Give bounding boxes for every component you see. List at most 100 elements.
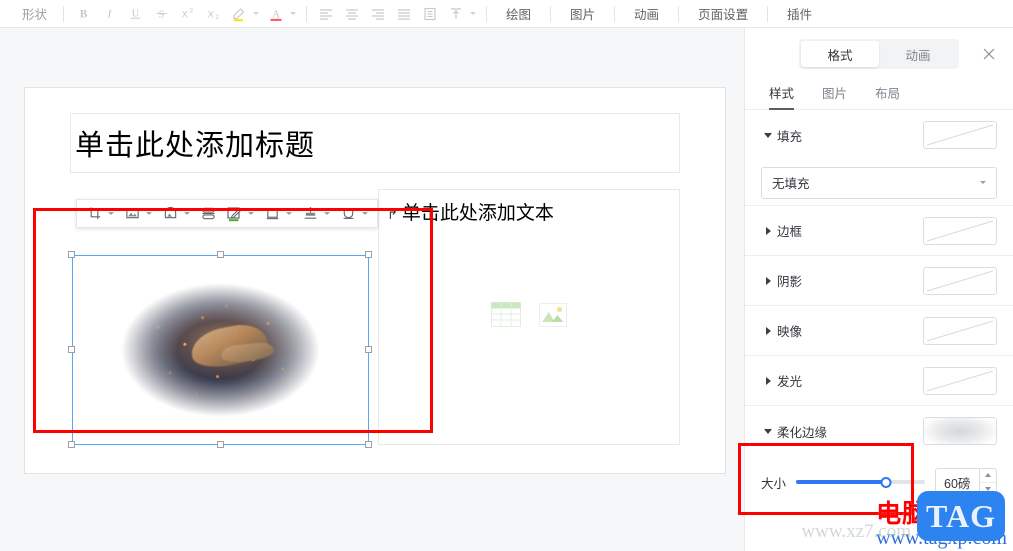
section-fill[interactable]: 填充 <box>745 110 1013 160</box>
body-placeholder-text: 单击此处添加文本 <box>401 203 554 224</box>
slider-fill <box>796 480 887 484</box>
picture-border-icon[interactable] <box>261 202 283 225</box>
fill-color-swatch[interactable] <box>923 121 997 149</box>
close-icon[interactable] <box>979 44 999 64</box>
toolbar-divider <box>486 5 488 22</box>
picture-effects-dropdown[interactable] <box>321 202 333 225</box>
align-left-icon[interactable] <box>313 3 339 25</box>
align-center-icon[interactable] <box>339 3 365 25</box>
chevron-down-icon[interactable] <box>761 132 775 138</box>
tab-layout[interactable]: 布局 <box>875 83 900 109</box>
slider-thumb[interactable] <box>880 476 892 488</box>
underline-icon[interactable]: U <box>122 3 148 25</box>
title-placeholder[interactable]: 单击此处添加标题 <box>70 113 680 173</box>
body-placeholder[interactable]: ↱ 单击此处添加文本 <box>378 189 680 445</box>
toolbar-divider <box>614 5 616 22</box>
section-border[interactable]: 边框 <box>745 206 1013 256</box>
selected-picture[interactable] <box>68 251 372 448</box>
menu-plugin[interactable]: 插件 <box>774 4 825 23</box>
superscript-icon[interactable]: X2 <box>174 3 200 25</box>
align-right-icon[interactable] <box>365 3 391 25</box>
resize-handle-s[interactable] <box>217 441 224 448</box>
insert-table-icon[interactable] <box>491 302 521 332</box>
resize-handle-nw[interactable] <box>68 251 75 258</box>
menu-picture[interactable]: 图片 <box>557 4 608 23</box>
vertical-align-icon[interactable] <box>443 3 469 25</box>
menu-draw[interactable]: 绘图 <box>493 4 544 23</box>
insert-image-icon[interactable] <box>539 302 567 332</box>
fill-type-select[interactable]: 无填充 <box>761 166 997 199</box>
panel-header: 格式 动画 <box>745 28 1013 80</box>
segment-animation[interactable]: 动画 <box>879 41 957 67</box>
resize-handle-n[interactable] <box>217 251 224 258</box>
picture-shape-group[interactable] <box>157 202 195 225</box>
chevron-right-icon[interactable] <box>761 326 775 335</box>
line-spacing-icon[interactable] <box>417 3 443 25</box>
watermark: www.xz7.com 电脑技术网 www.tagxp.com TAG <box>801 491 1007 549</box>
reflection-swatch[interactable] <box>923 316 997 345</box>
strikethrough-icon[interactable]: S <box>148 3 174 25</box>
section-shadow[interactable]: 阴影 <box>745 256 1013 306</box>
picture-frame-group[interactable] <box>119 202 157 225</box>
chevron-right-icon[interactable] <box>761 226 775 235</box>
picture-shape-icon[interactable] <box>159 202 181 225</box>
shadow-swatch[interactable] <box>923 266 997 295</box>
fill-select-row: 无填充 <box>745 160 1013 206</box>
pen-edit-group[interactable] <box>221 202 259 225</box>
resize-handle-ne[interactable] <box>365 251 372 258</box>
resize-handle-w[interactable] <box>68 346 75 353</box>
pen-edit-icon[interactable] <box>223 202 245 225</box>
toolbar-divider <box>550 5 552 22</box>
picture-frame-dropdown[interactable] <box>143 202 155 225</box>
picture-layout-icon[interactable] <box>337 202 359 225</box>
resize-handle-sw[interactable] <box>68 441 75 448</box>
bold-icon[interactable]: B <box>70 3 96 25</box>
subscript-icon[interactable]: X2 <box>200 3 226 25</box>
section-reflection[interactable]: 映像 <box>745 306 1013 356</box>
fill-type-value: 无填充 <box>772 177 810 191</box>
chevron-right-icon[interactable] <box>761 276 775 285</box>
pen-edit-dropdown[interactable] <box>245 202 257 225</box>
border-color-swatch[interactable] <box>923 216 997 245</box>
picture-frame-icon[interactable] <box>121 202 143 225</box>
picture-effects-icon[interactable] <box>299 202 321 225</box>
soft-edges-size-label: 大小 <box>761 476 787 491</box>
section-soft-edges[interactable]: 柔化边缘 <box>745 406 1013 456</box>
segment-format[interactable]: 格式 <box>801 41 879 67</box>
menu-page-setup[interactable]: 页面设置 <box>685 4 761 23</box>
soft-edges-slider[interactable] <box>796 474 925 490</box>
menu-animation[interactable]: 动画 <box>621 4 672 23</box>
picture-shape-dropdown[interactable] <box>181 202 193 225</box>
soft-edges-preview-swatch[interactable] <box>923 417 997 445</box>
resize-handle-e[interactable] <box>365 346 372 353</box>
tab-picture[interactable]: 图片 <box>822 83 847 109</box>
crop-icon[interactable] <box>83 202 105 225</box>
italic-icon[interactable]: I <box>96 3 122 25</box>
picture-float-toolbar[interactable] <box>76 199 378 228</box>
picture-border-group[interactable] <box>259 202 297 225</box>
picture-layout-group[interactable] <box>335 202 373 225</box>
chevron-right-icon[interactable] <box>761 376 775 385</box>
stepper-increment-button[interactable] <box>980 469 996 482</box>
flip-group[interactable] <box>195 202 221 225</box>
picture-effects-group[interactable] <box>297 202 335 225</box>
font-color-icon[interactable]: A <box>263 3 289 25</box>
glow-swatch[interactable] <box>923 366 997 395</box>
crop-group[interactable] <box>81 202 119 225</box>
resize-handle-se[interactable] <box>365 441 372 448</box>
align-justify-icon[interactable] <box>391 3 417 25</box>
soft-edges-size-value: 60磅 <box>944 476 971 491</box>
flip-icon[interactable] <box>197 202 219 225</box>
crop-dropdown[interactable] <box>105 202 117 225</box>
editor-canvas: 单击此处添加标题 ↱ 单击此处添加文本 <box>0 28 744 551</box>
picture-border-dropdown[interactable] <box>283 202 295 225</box>
chevron-down-icon <box>980 181 986 184</box>
chevron-down-icon[interactable] <box>761 428 775 434</box>
svg-text:B: B <box>79 8 87 20</box>
section-glow[interactable]: 发光 <box>745 356 1013 406</box>
highlight-color-icon[interactable] <box>226 3 252 25</box>
tab-style[interactable]: 样式 <box>769 83 795 110</box>
picture-image[interactable] <box>72 255 369 445</box>
format-panel: 格式 动画 样式 图片 布局 填充 无填充 边框 阴影 映像 发光 柔化边缘 大… <box>744 28 1013 551</box>
picture-layout-dropdown[interactable] <box>359 202 371 225</box>
